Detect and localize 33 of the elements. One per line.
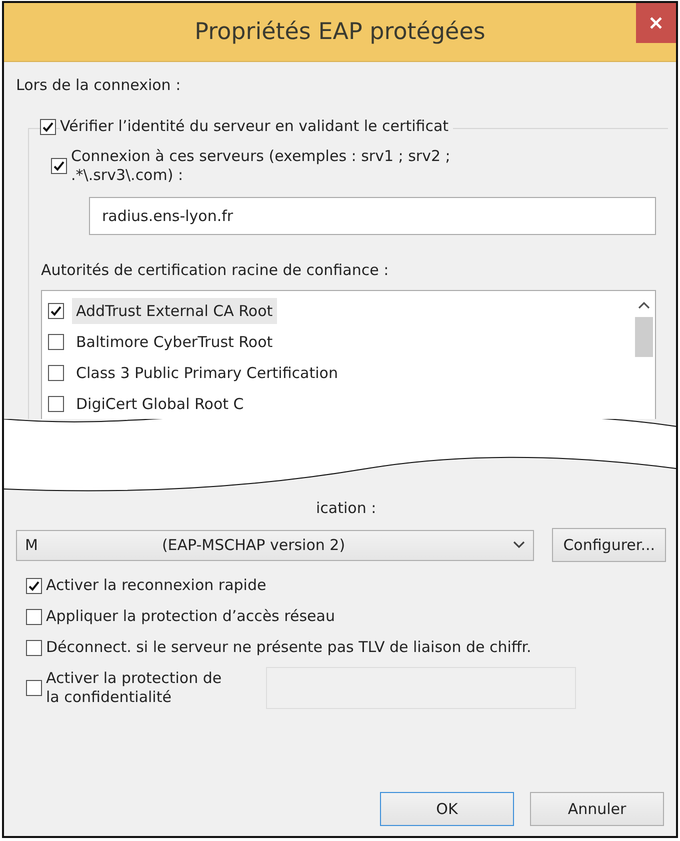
list-item[interactable]: DigiCert Global Root C [72, 390, 248, 416]
section-label: Lors de la connexion : [16, 76, 182, 95]
checkbox-label: Activer la reconnexion rapide [46, 576, 266, 595]
checkbox-label: Activer la protection de la confidentialité [46, 669, 222, 707]
ca-label: Autorités de certification racine de confiance : [41, 261, 390, 280]
configure-button[interactable]: Configurer... [552, 528, 666, 562]
checkbox[interactable] [48, 364, 64, 380]
auth-method-dropdown[interactable]: M (EAP-MSCHAP version 2) [16, 530, 534, 560]
dialog-button[interactable]: OK [380, 792, 514, 826]
checkbox[interactable] [48, 396, 64, 412]
close-icon [649, 16, 663, 30]
dialog-button[interactable]: Annuler [530, 792, 664, 826]
list-item[interactable]: Class 3 Public Primary Certification [72, 360, 342, 386]
list-item[interactable]: Baltimore CyberTrust Root [72, 328, 277, 354]
checkbox[interactable] [40, 118, 56, 134]
checkbox[interactable] [26, 578, 42, 594]
checkbox[interactable] [26, 680, 42, 696]
close-button[interactable] [636, 3, 676, 43]
checkbox-label: Déconnect. si le serveur ne présente pas TLV de liaison de chiffr. [46, 638, 532, 657]
checkbox[interactable] [48, 302, 64, 318]
auth-method-label: ication : [316, 499, 376, 518]
checkbox[interactable] [48, 334, 64, 350]
list-item[interactable]: AddTrust External CA Root [72, 298, 277, 324]
window-title: Propriétés EAP protégées [194, 19, 486, 45]
checkbox[interactable] [51, 158, 67, 174]
checkbox[interactable] [26, 640, 42, 656]
checkbox-label: Connexion à ces serveurs (exemples : srv1 ; srv2 ; .*\.srv3\.com) : [71, 147, 450, 185]
checkbox[interactable] [26, 608, 42, 624]
server-name-field[interactable]: radius.ens-lyon.fr [89, 197, 656, 235]
caret-up-icon[interactable] [638, 301, 650, 309]
chevron-down-icon [513, 541, 526, 549]
scrollbar-thumb[interactable] [635, 317, 653, 357]
checkbox-label: Appliquer la protection d’accès réseau [46, 607, 335, 626]
